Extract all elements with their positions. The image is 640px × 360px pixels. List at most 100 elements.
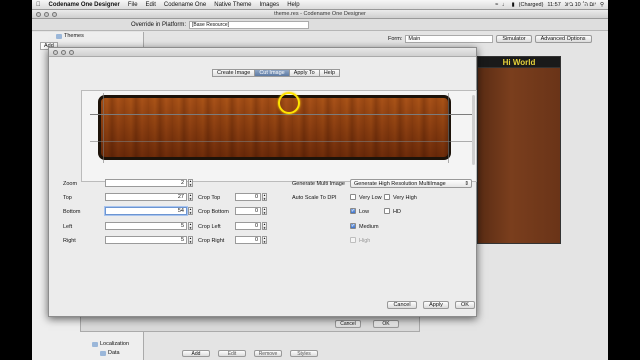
tree-item-localization[interactable]: Localization [92,341,129,347]
minimize-dialog-icon[interactable] [61,50,66,55]
menu-bar:  Codename One Designer File Edit Codena… [32,0,608,10]
tree-item-data[interactable]: Data [100,350,120,356]
wifi-icon[interactable]: ≈ [495,2,498,8]
close-dialog-icon[interactable] [53,50,58,55]
zoom-stepper[interactable]: ▲ ▼ [188,179,193,187]
right-stepper[interactable]: ▲ ▼ [188,236,193,244]
bottom-field[interactable]: 54 [105,207,187,215]
bottom-stepper[interactable]: ▲ ▼ [188,207,193,215]
apply-button[interactable]: Apply [423,301,449,309]
folder-icon [92,341,98,347]
left-stepper[interactable]: ▲ ▼ [188,222,193,230]
medium-checkbox[interactable]: ✓ [350,223,356,229]
form-label: Form: [388,36,403,42]
menu-file[interactable]: File [124,2,142,8]
crop-right-field[interactable]: 0 [235,236,261,244]
left-cut-guide[interactable] [103,93,104,163]
medium-label: Medium [359,224,379,230]
app-menu[interactable]: Codename One Designer [45,2,124,8]
tab-create-image[interactable]: Create Image [212,69,256,77]
crop-right-stepper[interactable]: ▲ ▼ [262,236,267,244]
battery-icon[interactable]: ▮ [512,2,515,8]
hd-label: HD [393,209,401,215]
behind-cancel-button[interactable]: Cancel [335,320,361,328]
dialog-titlebar [49,48,476,57]
themes-label: Themes [64,33,84,39]
apple-icon[interactable]:  [32,2,45,8]
behind-ok-button[interactable]: OK [373,320,399,328]
preview-toolbar: Form: Main Simulator Advanced Options [388,32,608,46]
clock[interactable]: 11:57 [547,2,560,8]
tab-apply-to[interactable]: Apply To [288,69,320,77]
crop-bottom-field[interactable]: 0 [235,207,261,215]
edit-button[interactable]: Edit [218,350,246,357]
crop-bottom-stepper[interactable]: ▲ ▼ [262,207,267,215]
low-checkbox[interactable]: ✓ [350,208,356,214]
dialog-tabs: Create Image Cut Image Apply To Help [212,69,341,77]
styles-button[interactable]: Styles [290,350,318,357]
override-label: Override in Platform: [131,21,187,28]
image-border-dialog: Create Image Cut Image Apply To Help Zoo… [48,47,477,317]
crop-top-field[interactable]: 0 [235,193,261,201]
right-field[interactable]: 5 [105,236,187,244]
select-arrows-icon: ⇕ [464,181,469,187]
advanced-options-button[interactable]: Advanced Options [534,35,592,43]
date: יום ה׳ 10 ביונ [564,1,596,8]
tab-help[interactable]: Help [318,69,341,77]
right-cut-guide[interactable] [448,93,449,163]
crop-right-label: Crop Right [198,238,225,244]
cancel-button[interactable]: Cancel [387,301,417,309]
bottom-cut-guide[interactable] [90,141,472,142]
crop-top-label: Crop Top [198,195,221,201]
very-low-label: Very Low [359,195,382,201]
left-field[interactable]: 5 [105,222,187,230]
zoom-dialog-icon[interactable] [69,50,74,55]
high-checkbox[interactable] [350,237,356,243]
multi-image-select[interactable]: Generate High Resolution MultiImage ⇕ [350,179,472,188]
very-low-checkbox[interactable] [350,194,356,200]
left-label: Left [63,224,73,230]
top-field[interactable]: 27 [105,193,187,201]
volume-icon[interactable]: ♩ [502,2,508,8]
crop-left-stepper[interactable]: ▲ ▼ [262,222,267,230]
add-button[interactable]: Add [182,350,210,357]
ok-button[interactable]: OK [455,301,475,309]
spotlight-icon[interactable]: ⚲ [600,2,604,8]
zoom-label: Zoom [63,181,78,187]
minimize-window-icon[interactable] [44,12,49,17]
preview-title: Hi World [477,56,561,68]
wood-border-image [98,95,451,160]
zoom-window-icon[interactable] [52,12,57,17]
folder-icon [100,350,106,356]
right-label: Right [63,238,76,244]
image-cut-canvas[interactable] [81,90,477,182]
crop-left-field[interactable]: 0 [235,222,261,230]
tab-cut-image[interactable]: Cut Image [254,69,290,77]
menu-native-theme[interactable]: Native Theme [210,2,255,8]
bottom-label: Bottom [63,209,81,215]
close-window-icon[interactable] [36,12,41,17]
zoom-field[interactable]: 2 [105,179,187,187]
top-label: Top [63,195,72,201]
form-select[interactable]: Main [405,35,494,43]
theme-preview [477,56,561,244]
remove-button[interactable]: Remove [254,350,282,357]
menu-edit[interactable]: Edit [142,2,160,8]
multi-image-value: Generate High Resolution MultiImage [354,181,446,187]
top-stepper[interactable]: ▲ ▼ [188,193,193,201]
top-cut-guide[interactable] [90,114,472,115]
auto-scale-label: Auto Scale To DPI [292,195,337,201]
menu-images[interactable]: Images [256,2,284,8]
simulator-button[interactable]: Simulator [496,35,532,43]
override-select[interactable]: [Base Resource] [189,20,310,29]
multi-image-label: Generate Multi Image [292,181,345,187]
menu-help[interactable]: Help [283,2,303,8]
desktop-screen:  Codename One Designer File Edit Codena… [32,0,608,360]
tree-item-themes[interactable]: Themes [56,33,84,39]
crop-top-stepper[interactable]: ▲ ▼ [262,193,267,201]
hd-checkbox[interactable] [384,208,390,214]
menu-codename-one[interactable]: Codename One [160,2,210,8]
canvas-scrollbar[interactable] [472,95,475,165]
low-label: Low [359,209,370,215]
very-high-checkbox[interactable] [384,194,390,200]
